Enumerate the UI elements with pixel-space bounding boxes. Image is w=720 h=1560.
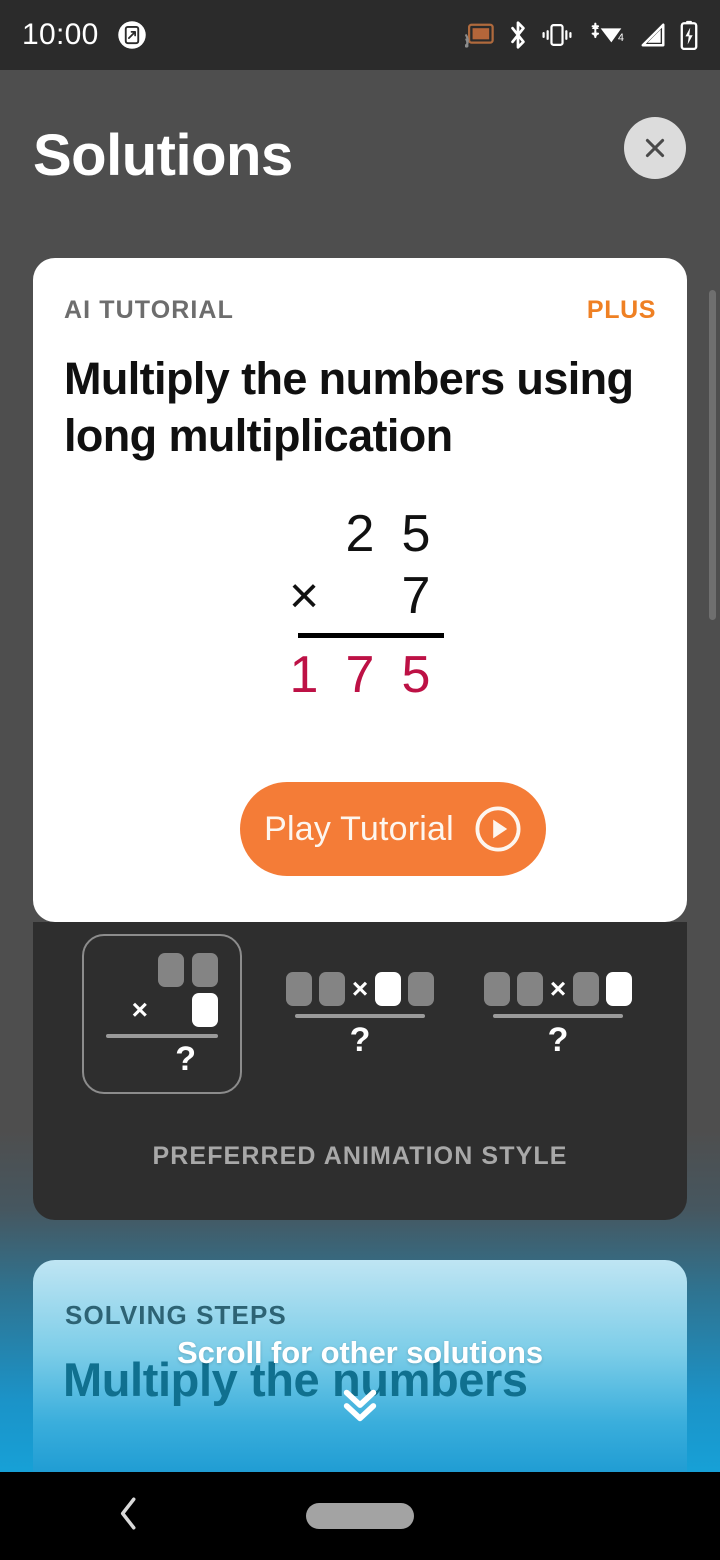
vibrate-icon [542,24,572,46]
long-multiplication-figure: 2 5 × 7 1 7 5 [33,503,687,706]
animation-style-option-stacked[interactable]: × ? [82,934,242,1094]
math-result-ones: 5 [401,646,431,704]
stacked-bottom-row: × [131,992,218,1027]
dialog-header: Solutions [0,70,720,258]
phone-screen: 10:00 4 Solutions AI TUTORIAL PLUS Multi… [0,0,720,1560]
back-button[interactable] [116,1495,142,1538]
long-multiplication-result: 1 7 5 [276,644,444,706]
math-multiplicand-ones: 5 [401,505,431,563]
digit-block-gray [285,971,312,1006]
inline-style-glyph: × ? [483,971,633,1059]
math-blank-cell [276,503,332,565]
math-horizontal-rule [298,633,444,638]
math-multiplier-ones: 7 [401,567,431,625]
animation-style-option-inline-first[interactable]: × ? [280,934,440,1094]
inline-blocks-row: × [285,971,435,1006]
long-multiplication-grid: 2 5 × 7 [276,503,444,627]
math-operator: × [288,567,320,625]
style-result-placeholder: ? [547,1020,569,1059]
digit-block-gray [408,971,435,1006]
home-pill-icon[interactable] [306,1503,414,1529]
page-title: Solutions [33,123,293,188]
digit-block-white [192,992,218,1027]
status-bar-clock: 10:00 [22,18,99,51]
solving-steps-card[interactable]: SOLVING STEPS Multiply the numbers [33,1260,687,1480]
preferred-animation-style-card: × ? × ? × ? PREFERRED ANIMATION STYLE [33,922,687,1220]
digit-block-gray [318,971,345,1006]
solving-steps-title: Multiply the numbers [63,1353,528,1406]
math-result-tens: 7 [345,646,375,704]
play-tutorial-button[interactable]: Play Tutorial [240,782,546,876]
tutorial-title: Multiply the numbers using long multipli… [64,353,634,461]
style-result-placeholder: ? [349,1020,371,1059]
style-rule-line [106,1033,218,1038]
status-bar-system-icons: 4 [465,20,698,50]
inline-blocks-row: × [483,971,633,1006]
status-bar: 10:00 4 [0,0,720,70]
play-circle-icon [475,806,521,852]
multiply-operator-glyph: × [131,993,148,1025]
system-navigation-bar [0,1472,720,1560]
math-result-hundreds: 1 [289,646,319,704]
wifi-icon: 4 [591,22,624,44]
digit-block-white [375,971,402,1006]
bluetooth-icon [511,21,525,49]
digit-block-gray [158,952,184,987]
digit-block-gray [516,971,543,1006]
digit-block-gray [483,971,510,1006]
plus-badge: PLUS [586,296,656,324]
style-rule-line [294,1013,425,1018]
close-icon [645,138,665,158]
math-rule-wrapper [276,627,444,644]
multiply-operator-glyph: × [351,972,369,1004]
digit-block-white [606,971,633,1006]
math-blank-cell-2 [332,565,388,627]
digit-block-gray [192,952,218,987]
animation-style-options: × ? × ? × ? [33,934,687,1094]
cast-icon [465,23,494,48]
style-rule-line [492,1013,623,1018]
animation-style-caption: PREFERRED ANIMATION STYLE [152,1142,568,1170]
ai-tutorial-card: AI TUTORIAL PLUS Multiply the numbers us… [33,258,687,922]
stacked-style-glyph: × ? [106,952,218,1078]
digit-block-gray [573,971,600,1006]
close-button[interactable] [624,117,686,179]
inline-style-glyph: × ? [285,971,435,1059]
tutorial-kicker: AI TUTORIAL [64,296,234,324]
multiply-operator-glyph: × [549,972,567,1004]
screenshot-icon [117,21,146,49]
wifi-band-label: 4 [618,32,624,44]
vertical-scrollbar[interactable] [709,290,716,620]
math-multiplicand-tens: 2 [345,505,375,563]
play-tutorial-label: Play Tutorial [264,809,454,848]
tutorial-card-header: AI TUTORIAL PLUS [64,296,656,325]
battery-charging-icon [680,20,698,50]
solving-steps-kicker: SOLVING STEPS [65,1300,287,1330]
solutions-scroll-area[interactable]: AI TUTORIAL PLUS Multiply the numbers us… [0,258,720,1480]
style-result-placeholder: ? [175,1039,196,1078]
back-chevron-icon [120,1497,136,1530]
animation-style-option-inline-second[interactable]: × ? [478,934,638,1094]
stacked-top-row [158,952,218,987]
cellular-signal-icon [641,23,665,47]
status-bar-notification-icons [117,20,147,50]
